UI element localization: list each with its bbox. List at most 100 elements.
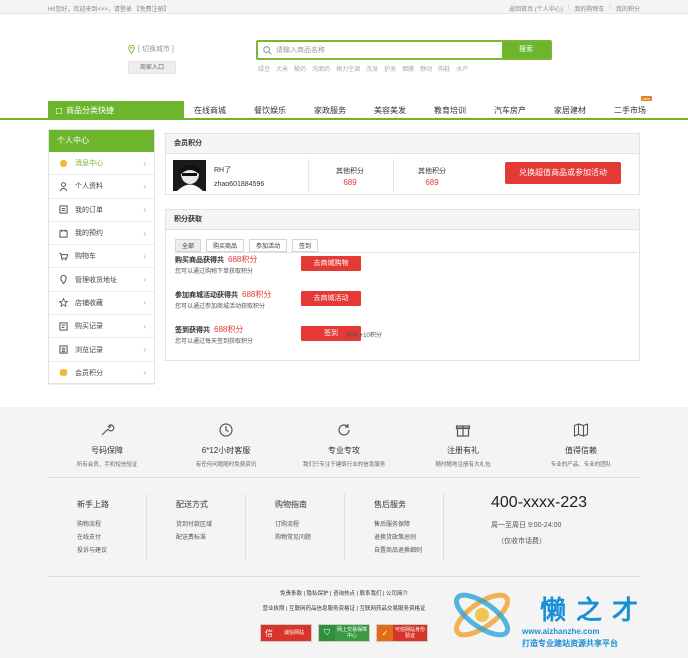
footer-link[interactable]: 订购流程 — [275, 519, 311, 528]
user-account: zhao601884596 — [214, 181, 265, 188]
nav-item[interactable]: 在线商城 — [194, 105, 226, 116]
city-switcher[interactable]: [ 切换城市 ] — [128, 44, 174, 54]
footer-link[interactable]: 退换货政策总则 — [374, 532, 422, 541]
earn-item-title: 参加商城活动获得共 688积分 — [175, 289, 271, 300]
sidebar-item-2[interactable]: 我的订单 › — [49, 199, 154, 222]
gift-icon — [403, 421, 523, 439]
footer-link[interactable]: 自置商品退换细则 — [374, 545, 422, 554]
category-menu-button[interactable]: 商品分类快捷 — [48, 101, 184, 120]
footer-link[interactable]: 售后服务保障 — [374, 519, 422, 528]
sidebar-item-5[interactable]: 管理收货地址 › — [49, 268, 154, 292]
trust-badges: 信诚信网站 ⛉ 网上交易保障中心 ✓ 可信网站身份验证 — [260, 624, 428, 642]
earn-tabs: 全部 购买商品 参加活动 签到 — [175, 239, 319, 252]
trust-badge[interactable]: ⛉ 网上交易保障中心 — [318, 624, 370, 642]
badge-icon: ✓ — [377, 625, 393, 641]
watermark-logo-icon — [453, 592, 511, 638]
nav-item[interactable]: 美容美发 — [374, 105, 406, 116]
sidebar-item-label: 浏览记录 — [75, 346, 103, 354]
footer-link[interactable]: 货到付款区域 — [176, 519, 212, 528]
earn-item-desc: 您可以通过参加商城活动获取积分 — [175, 304, 266, 310]
tab-3[interactable]: 签到 — [292, 239, 319, 252]
hot-keyword[interactable]: 购鞋 — [438, 64, 450, 73]
sidebar-item-4[interactable]: 购物车 › — [49, 245, 154, 269]
redeem-button[interactable]: 兑换超值商品或参加活动 — [505, 162, 621, 184]
chevron-right-icon: › — [143, 181, 146, 191]
appointment-icon — [58, 228, 68, 238]
footer-link[interactable]: 购物流程 — [77, 519, 109, 528]
merchant-entry-button[interactable]: 商家入口 — [128, 61, 176, 74]
sidebar-item-9[interactable]: 会员积分 › — [49, 362, 154, 385]
trust-badge[interactable]: 信诚信网站 — [260, 624, 312, 642]
earn-action-button[interactable]: 去商城活动 — [301, 291, 361, 306]
earn-points-panel: 积分获取 全部 购买商品 参加活动 签到 购买商品获得共 688积分您可以通过购物下单获… — [165, 209, 640, 361]
nav-item[interactable]: 二手市场 new — [614, 96, 652, 116]
service-desc: 有任何问题随时免费资讯 — [195, 462, 257, 468]
hot-keyword[interactable]: 洗面奶 — [312, 64, 330, 73]
sidebar-item-3[interactable]: 我的预约 › — [49, 222, 154, 246]
watermark-url: www.aizhanzhe.com — [522, 627, 600, 636]
search-input[interactable]: 请输入商品名称 — [258, 42, 502, 58]
earn-action-button[interactable]: 去商城购物 — [301, 256, 361, 271]
earn-item-title: 购买商品获得共 688积分 — [175, 254, 257, 265]
hot-keyword[interactable]: 绿豆 — [258, 64, 270, 73]
earn-item: 购买商品获得共 688积分您可以通过购物下单获取积分 — [175, 254, 257, 275]
hot-keyword[interactable]: 洗发 — [366, 64, 378, 73]
home-link[interactable]: 返回首页 (个人中心) — [509, 4, 563, 13]
service-item: 号码保障 所有会员，手机短信验证 — [47, 421, 167, 468]
hot-keyword[interactable]: 护发 — [384, 64, 396, 73]
hot-keyword[interactable]: 水产 — [456, 64, 468, 73]
cart-link[interactable]: 我的购物车 — [574, 4, 604, 13]
nav-item[interactable]: 教育培训 — [434, 105, 466, 116]
earn-points-title: 积分获取 — [166, 210, 639, 230]
nav-item[interactable]: 家居建材 — [554, 105, 586, 116]
tab-2[interactable]: 参加活动 — [249, 239, 288, 252]
points-block-2: 其他积分 689 — [418, 166, 446, 187]
search-button[interactable]: 搜索 — [502, 42, 550, 58]
service-title: 值得信赖 — [565, 446, 597, 455]
tab-1[interactable]: 购买商品 — [206, 239, 245, 252]
trust-badge[interactable]: ✓ 可信网站身份验证 — [376, 624, 428, 642]
footer-link[interactable]: 投诉与建议 — [77, 545, 109, 554]
sign-reward-note: 获得 +10积分 — [346, 333, 382, 339]
sidebar-item-1[interactable]: 个人资料 › — [49, 175, 154, 199]
member-points-panel: 会员积分 RH了 zhao601884596 其他积分 689 其他积分 689… — [165, 133, 640, 195]
points-block-1: 其他积分 689 — [336, 166, 364, 187]
chevron-right-icon: › — [143, 228, 146, 238]
sidebar-item-label: 店铺收藏 — [75, 299, 103, 307]
search-placeholder: 请输入商品名称 — [276, 47, 325, 54]
sidebar-item-8[interactable]: 浏览记录 › — [49, 338, 154, 362]
service-item: 6*12小时客服 有任何问题随时免费资讯 — [166, 421, 286, 468]
footer-link[interactable]: 配送费标准 — [176, 532, 212, 541]
service-title: 注册有礼 — [447, 446, 479, 455]
chevron-right-icon: › — [143, 298, 146, 308]
service-title: 6*12小时客服 — [201, 446, 251, 455]
earn-title-text: 签到获得共 — [175, 327, 210, 334]
nav-item[interactable]: 家政服务 — [314, 105, 346, 116]
sidebar-item-label: 我的订单 — [75, 206, 103, 214]
service-desc: 专业的产品、专业的团队 — [550, 462, 612, 468]
tab-0[interactable]: 全部 — [175, 239, 202, 252]
footer-link[interactable]: 在线支付 — [77, 532, 109, 541]
hot-keyword[interactable]: 格力空调 — [336, 64, 360, 73]
footer-link[interactable]: 购物常见问题 — [275, 532, 311, 541]
avatar[interactable] — [173, 160, 206, 191]
sidebar-item-label: 购买记录 — [75, 323, 103, 331]
hot-keyword[interactable]: 静动 — [420, 64, 432, 73]
earn-item-desc: 您可以通过购物下单获取积分 — [175, 269, 254, 275]
chevron-right-icon: › — [143, 158, 146, 168]
sidebar-item-0[interactable]: 消息中心 › — [49, 152, 154, 176]
sidebar-item-6[interactable]: 店铺收藏 › — [49, 292, 154, 316]
sidebar-item-7[interactable]: 购买记录 › — [49, 315, 154, 339]
service-item: 专业专攻 我们只专注于建筑行业的信息服务 — [284, 421, 404, 468]
nav-item[interactable]: 汽车房产 — [494, 105, 526, 116]
sidebar-item-label: 管理收货地址 — [75, 276, 117, 284]
nav-item[interactable]: 餐饮娱乐 — [254, 105, 286, 116]
order-icon — [58, 205, 68, 215]
user-name: RH了 — [214, 167, 232, 174]
points-link[interactable]: 我的积分 — [616, 4, 640, 13]
search-bar: 请输入商品名称 搜索 — [256, 40, 552, 60]
hot-keyword[interactable]: 酸奶 — [294, 64, 306, 73]
hot-keyword[interactable]: 大米 — [276, 64, 288, 73]
hot-keyword[interactable]: 面膜 — [402, 64, 414, 73]
earn-points: 688积分 — [228, 255, 258, 264]
